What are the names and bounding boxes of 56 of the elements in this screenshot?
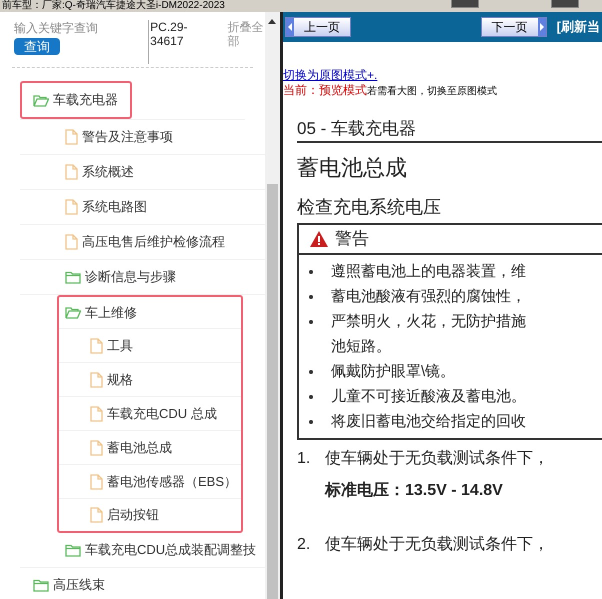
scrollbar-thumb[interactable] [267, 184, 278, 599]
document-icon [65, 129, 78, 145]
warning-text: 佩戴防护眼罩\镜。 [331, 362, 456, 382]
tree-item[interactable]: 警告及注意事项 [20, 120, 265, 154]
next-page-button[interactable]: 下一页 [480, 17, 547, 37]
step-text: 使车辆处于无负载测试条件下， [325, 534, 549, 555]
warning-title: 警告 [335, 228, 369, 250]
document-icon [65, 199, 78, 215]
folder-icon [33, 578, 49, 592]
warning-text: 将废旧蓄电池交给指定的回收 [331, 412, 526, 432]
tree-item[interactable]: 高压线束 [20, 568, 245, 599]
step-number: 2. [297, 535, 312, 555]
refresh-link[interactable]: [刷新当 [556, 17, 600, 37]
tree-item[interactable]: 车载充电CDU 总成 [59, 397, 241, 431]
warning-text: 遵照蓄电池上的电器装置，维 [331, 262, 526, 282]
tree-item[interactable]: 诊断信息与步骤 [20, 260, 265, 294]
search-field[interactable]: 输入关键字查询 [14, 20, 144, 36]
warning-text: 儿童不可接近酸液及蓄电池。 [331, 387, 526, 407]
tree-item[interactable]: 车载充电器 [22, 83, 118, 117]
tree-item[interactable]: 系统概述 [20, 155, 265, 189]
tree-item[interactable]: 系统电路图 [20, 190, 265, 224]
mode-hint: 当前：预览模式若需看大图，切换至原图模式 [283, 83, 498, 99]
tree-item[interactable]: 蓄电池传感器（EBS） [59, 465, 241, 499]
document-icon [90, 406, 103, 422]
tree-item[interactable]: 高压电售后维护检修流程 [20, 225, 265, 259]
tree-item[interactable]: 工具 [59, 329, 241, 363]
document-icon [65, 234, 78, 250]
folder-icon [65, 544, 81, 556]
tree-item[interactable]: 规格 [59, 363, 241, 397]
document-icon [65, 164, 78, 180]
document-icon [90, 507, 103, 523]
document-icon [90, 372, 103, 388]
warning-text: 池短路。 [331, 337, 391, 357]
tree-item[interactable]: 车上维修 [59, 297, 241, 329]
document-icon [90, 474, 103, 490]
document-icon [90, 338, 103, 354]
document-title: 蓄电池总成 [297, 154, 408, 182]
tree-item[interactable]: 蓄电池总成 [59, 431, 241, 465]
open-folder-icon [65, 306, 81, 319]
warning-text: 蓄电池酸液有强烈的腐蚀性， [331, 287, 526, 307]
switch-mode-link[interactable]: 切换为原图模式+. [283, 68, 602, 83]
chapter-heading: 05 - 车载充电器 [297, 117, 602, 143]
folder-icon [65, 270, 81, 284]
section-heading: 检查充电系统电压 [297, 196, 442, 219]
tree-item[interactable]: 启动按钮 [59, 499, 241, 531]
step-text: 使车辆处于无负载测试条件下， [325, 448, 549, 469]
warning-text: 严禁明火，火花，无防护措施 [331, 312, 526, 332]
standard-voltage-text: 标准电压：13.5V - 14.8V [325, 480, 504, 501]
document-icon [90, 440, 103, 456]
previous-page-button[interactable]: 上一页 [285, 17, 351, 37]
step-number: 1. [297, 449, 312, 469]
search-button[interactable]: 查询 [14, 38, 60, 55]
open-folder-icon [33, 94, 49, 106]
warning-icon [309, 230, 329, 248]
code-label: PC.29-34617 [148, 20, 198, 64]
tree-item[interactable]: 车载充电CDU总成装配调整技 [20, 533, 265, 567]
